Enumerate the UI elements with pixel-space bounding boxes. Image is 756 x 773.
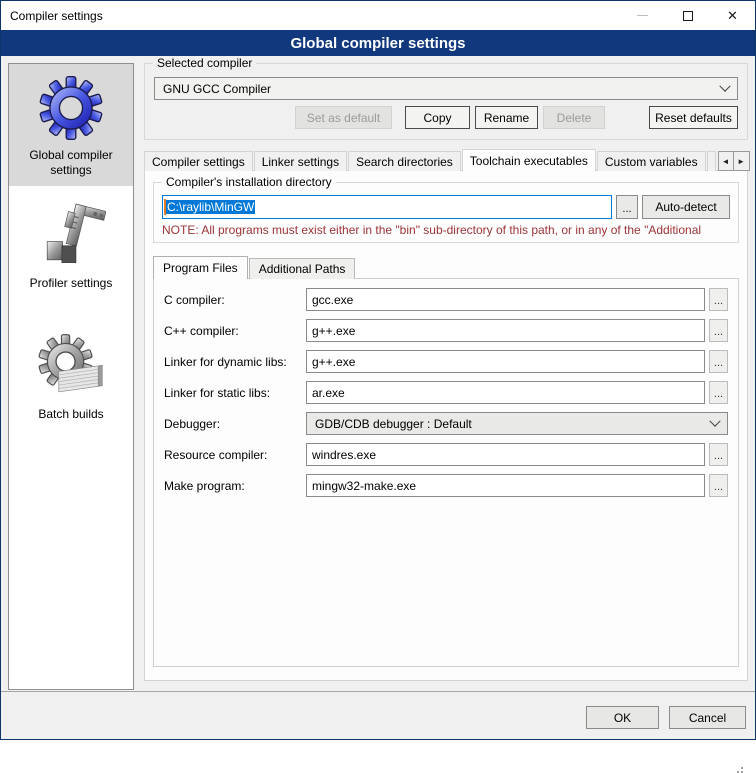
resource-compiler-browse-button[interactable]: ... <box>709 443 728 466</box>
field-row-resource-compiler: Resource compiler: ... <box>164 443 728 466</box>
tab-custom-variables[interactable]: Custom variables <box>597 151 706 171</box>
caliper-icon <box>35 200 107 272</box>
window-title: Compiler settings <box>1 9 103 23</box>
install-dir-note: NOTE: All programs must exist either in … <box>162 223 730 237</box>
c-compiler-input[interactable] <box>306 288 705 311</box>
program-files-panel: C compiler: ... C++ compiler: ... Linker… <box>153 278 739 667</box>
field-row-debugger: Debugger: GDB/CDB debugger : Default <box>164 412 728 435</box>
c-compiler-browse-button[interactable]: ... <box>709 288 728 311</box>
install-dir-group: Compiler's installation directory C:\ray… <box>153 182 739 243</box>
install-dir-input[interactable]: C:\raylib\MinGW <box>162 195 612 219</box>
tab-toolchain-executables[interactable]: Toolchain executables <box>462 149 596 171</box>
ok-button[interactable]: OK <box>586 706 659 729</box>
delete-button: Delete <box>543 106 605 129</box>
minimize-icon <box>637 15 648 16</box>
compiler-settings-dialog: Compiler settings ✕ Global compiler sett… <box>0 0 756 740</box>
field-label: C++ compiler: <box>164 324 306 338</box>
chevron-down-icon <box>709 415 720 426</box>
field-label: Linker for dynamic libs: <box>164 355 306 369</box>
dynamic-linker-input[interactable] <box>306 350 705 373</box>
field-row-make-program: Make program: ... <box>164 474 728 497</box>
field-row-c-compiler: C compiler: ... <box>164 288 728 311</box>
sidebar-item-label: Profiler settings <box>30 276 113 291</box>
selected-compiler-group: Selected compiler GNU GCC Compiler Set a… <box>144 63 748 140</box>
tab-scroll-left-button[interactable]: ◄ <box>718 151 734 171</box>
field-label: C compiler: <box>164 293 306 307</box>
sidebar-item-label: Global compiler settings <box>11 148 131 178</box>
debugger-select-value: GDB/CDB debugger : Default <box>315 417 711 431</box>
static-linker-browse-button[interactable]: ... <box>709 381 728 404</box>
settings-category-list: Global compiler settings <box>8 63 134 690</box>
set-as-default-button: Set as default <box>295 106 392 129</box>
chevron-down-icon <box>719 80 730 91</box>
titlebar: Compiler settings ✕ <box>1 1 755 30</box>
field-label: Linker for static libs: <box>164 386 306 400</box>
dialog-body: Global compiler settings <box>1 56 755 739</box>
auto-detect-button[interactable]: Auto-detect <box>642 195 730 219</box>
tab-linker-settings[interactable]: Linker settings <box>254 151 347 171</box>
resize-grip-icon[interactable] <box>733 763 743 773</box>
field-row-dynamic-linker: Linker for dynamic libs: ... <box>164 350 728 373</box>
install-dir-value: C:\raylib\MinGW <box>166 200 255 214</box>
field-label: Debugger: <box>164 417 306 431</box>
reset-defaults-button[interactable]: Reset defaults <box>649 106 738 129</box>
close-button[interactable]: ✕ <box>710 1 755 30</box>
static-linker-input[interactable] <box>306 381 705 404</box>
rename-button[interactable]: Rename <box>475 106 538 129</box>
field-row-cpp-compiler: C++ compiler: ... <box>164 319 728 342</box>
cpp-compiler-browse-button[interactable]: ... <box>709 319 728 342</box>
cpp-compiler-input[interactable] <box>306 319 705 342</box>
footer-separator <box>1 691 755 692</box>
tab-scroll-buttons: ◄ ► <box>718 151 750 171</box>
footer-buttons: OK Cancel <box>586 706 746 729</box>
tab-compiler-settings[interactable]: Compiler settings <box>144 151 253 171</box>
compiler-select[interactable]: GNU GCC Compiler <box>154 77 738 100</box>
debugger-select[interactable]: GDB/CDB debugger : Default <box>306 412 728 435</box>
gray-gear-stack-icon <box>35 331 107 403</box>
install-dir-browse-button[interactable]: ... <box>616 195 638 219</box>
sidebar-item-label: Batch builds <box>38 407 103 422</box>
tab-build-options[interactable]: Build options <box>707 151 716 171</box>
tab-additional-paths[interactable]: Additional Paths <box>249 258 356 279</box>
minimize-button[interactable] <box>620 1 665 30</box>
page-title: Global compiler settings <box>1 30 755 56</box>
install-dir-row: C:\raylib\MinGW ... Auto-detect <box>162 195 730 219</box>
settings-tabs: Compiler settings Linker settings Search… <box>144 149 748 171</box>
resource-compiler-input[interactable] <box>306 443 705 466</box>
close-icon: ✕ <box>727 9 738 22</box>
sidebar-item-batch-builds[interactable]: Batch builds <box>9 323 133 430</box>
compiler-actions: Set as default Copy Rename Delete Reset … <box>154 106 738 129</box>
field-label: Make program: <box>164 479 306 493</box>
sidebar-item-profiler-settings[interactable]: Profiler settings <box>9 192 133 299</box>
make-program-input[interactable] <box>306 474 705 497</box>
copy-button[interactable]: Copy <box>405 106 470 129</box>
compiler-select-value: GNU GCC Compiler <box>163 82 721 96</box>
cancel-button[interactable]: Cancel <box>669 706 746 729</box>
tab-scroll-right-button[interactable]: ► <box>734 151 750 171</box>
maximize-button[interactable] <box>665 1 710 30</box>
toolchain-executables-panel: Compiler's installation directory C:\ray… <box>144 170 748 681</box>
maximize-icon <box>683 11 693 21</box>
sidebar-item-global-compiler-settings[interactable]: Global compiler settings <box>9 64 133 186</box>
field-label: Resource compiler: <box>164 448 306 462</box>
blue-gear-icon <box>35 72 107 144</box>
program-tabs: Program Files Additional Paths <box>153 256 739 279</box>
install-dir-group-label: Compiler's installation directory <box>162 175 336 189</box>
dynamic-linker-browse-button[interactable]: ... <box>709 350 728 373</box>
make-program-browse-button[interactable]: ... <box>709 474 728 497</box>
tab-program-files[interactable]: Program Files <box>153 256 248 279</box>
selected-compiler-group-label: Selected compiler <box>153 56 256 70</box>
field-row-static-linker: Linker for static libs: ... <box>164 381 728 404</box>
main-content: Selected compiler GNU GCC Compiler Set a… <box>144 56 748 681</box>
tab-search-directories[interactable]: Search directories <box>348 151 461 171</box>
